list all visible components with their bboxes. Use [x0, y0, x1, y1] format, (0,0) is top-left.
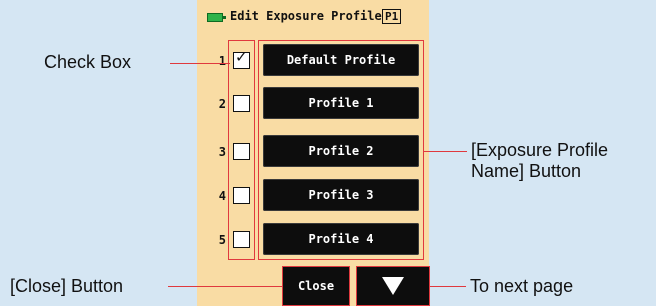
profile-button-3[interactable]: Profile 3 [263, 179, 419, 211]
battery-icon [207, 13, 226, 22]
row-number: 3 [218, 145, 226, 159]
title-bar: Edit Exposure Profile P1 [197, 0, 429, 34]
profile-checkbox-1[interactable]: ✓ [233, 48, 250, 69]
leader-line-check-box [170, 63, 230, 64]
callout-profile-name-line2: Name] Button [471, 161, 582, 181]
profile-button-default[interactable]: Default Profile [263, 44, 419, 76]
callout-check-box: Check Box [44, 52, 132, 72]
profile-button-4[interactable]: Profile 4 [263, 223, 419, 255]
profile-checkbox-4[interactable] [233, 187, 250, 204]
leader-line-next-page [430, 286, 466, 287]
profile-button-2[interactable]: Profile 2 [263, 135, 419, 167]
screen-title: Edit Exposure Profile [230, 9, 382, 23]
profile-checkbox-5[interactable] [233, 231, 250, 248]
row-number: 1 [218, 54, 226, 68]
checkmark-icon: ✓ [235, 48, 248, 66]
leader-line-close-button [168, 286, 282, 287]
profile-button-1[interactable]: Profile 1 [263, 87, 419, 119]
callout-profile-name-button: [Exposure Profile Name] Button [471, 140, 608, 182]
callout-close-button: [Close] Button [10, 276, 124, 296]
row-number: 5 [218, 233, 226, 247]
next-page-button[interactable] [356, 266, 430, 306]
callout-profile-name-line1: [Exposure Profile [471, 140, 609, 160]
row-number: 4 [218, 189, 226, 203]
profile-checkbox-2[interactable] [233, 95, 250, 112]
down-triangle-icon [382, 277, 404, 295]
close-button[interactable]: Close [282, 266, 350, 306]
callout-next-page: To next page [470, 276, 574, 296]
page-badge: P1 [382, 9, 402, 24]
profile-checkbox-3[interactable] [233, 143, 250, 160]
leader-line-profile-name [424, 151, 467, 152]
row-number: 2 [218, 97, 226, 111]
